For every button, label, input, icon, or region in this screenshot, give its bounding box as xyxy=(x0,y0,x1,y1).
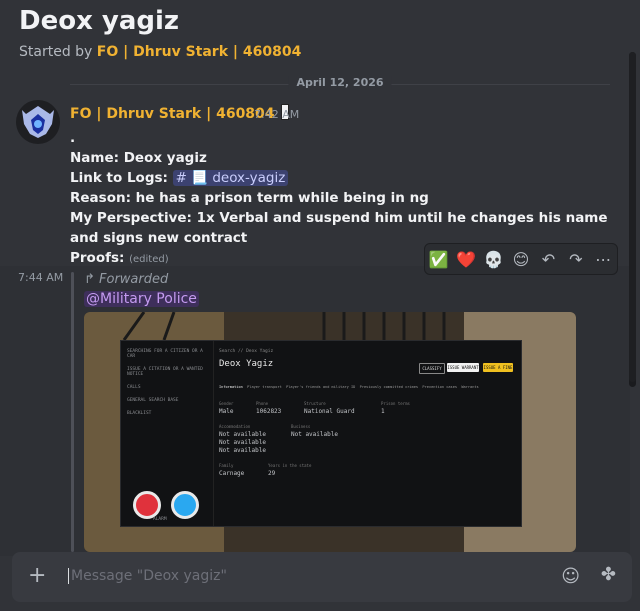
add-reaction-icon[interactable]: 😊 xyxy=(510,250,532,269)
alarm-blue-button xyxy=(171,491,199,519)
channel-link[interactable]: # 📃 deox-yagiz xyxy=(172,170,289,186)
apps-icon[interactable]: ✤ xyxy=(601,564,616,585)
skull-reaction-icon[interactable]: 💀 xyxy=(483,250,505,269)
reply-icon[interactable]: ↶ xyxy=(537,250,559,269)
more-options-icon[interactable]: ⋯ xyxy=(592,250,614,269)
mdt-screen: SEARCHING FOR A CITIZEN OR A CAR ISSUE A… xyxy=(120,340,522,527)
message-timestamp: 7:42 AM xyxy=(254,108,300,121)
alarm-red-button xyxy=(133,491,161,519)
forward-bar xyxy=(71,272,74,552)
forwarded-label: ↱ Forwarded xyxy=(84,272,169,287)
check-reaction-icon[interactable]: ✅ xyxy=(428,250,450,269)
image-attachment[interactable]: SEARCHING FOR A CITIZEN OR A CAR ISSUE A… xyxy=(84,312,576,552)
message-composer: + Message "Deox yagiz" ☺ ✤ xyxy=(12,552,632,602)
role-mention[interactable]: @Military Police xyxy=(84,291,199,307)
message-input[interactable]: Message "Deox yagiz" xyxy=(68,568,227,584)
forward-timestamp: 7:44 AM xyxy=(18,271,64,284)
mdt-sidebar: SEARCHING FOR A CITIZEN OR A CAR ISSUE A… xyxy=(121,341,214,526)
chat-scrollbar[interactable] xyxy=(629,52,636,387)
starter-name[interactable]: FO | Dhruv Stark | 460804 xyxy=(97,44,302,60)
edited-tag: (edited) xyxy=(129,254,169,265)
thread-title: Deox yagiz xyxy=(19,6,180,36)
heart-reaction-icon[interactable]: ❤️ xyxy=(455,250,477,269)
forward-icon[interactable]: ↷ xyxy=(565,250,587,269)
scrollbar-thumb[interactable] xyxy=(629,52,636,382)
message-action-bar: ✅ ❤️ 💀 😊 ↶ ↷ ⋯ xyxy=(424,243,618,275)
thread-started-by: Started by FO | Dhruv Stark | 460804 xyxy=(19,44,302,60)
alarm-label: ALARM xyxy=(153,517,167,522)
emoji-icon[interactable]: ☺ xyxy=(561,566,580,587)
add-attachment-icon[interactable]: + xyxy=(28,563,46,588)
avatar[interactable] xyxy=(16,100,60,144)
date-divider: April 12, 2026 xyxy=(70,76,610,89)
